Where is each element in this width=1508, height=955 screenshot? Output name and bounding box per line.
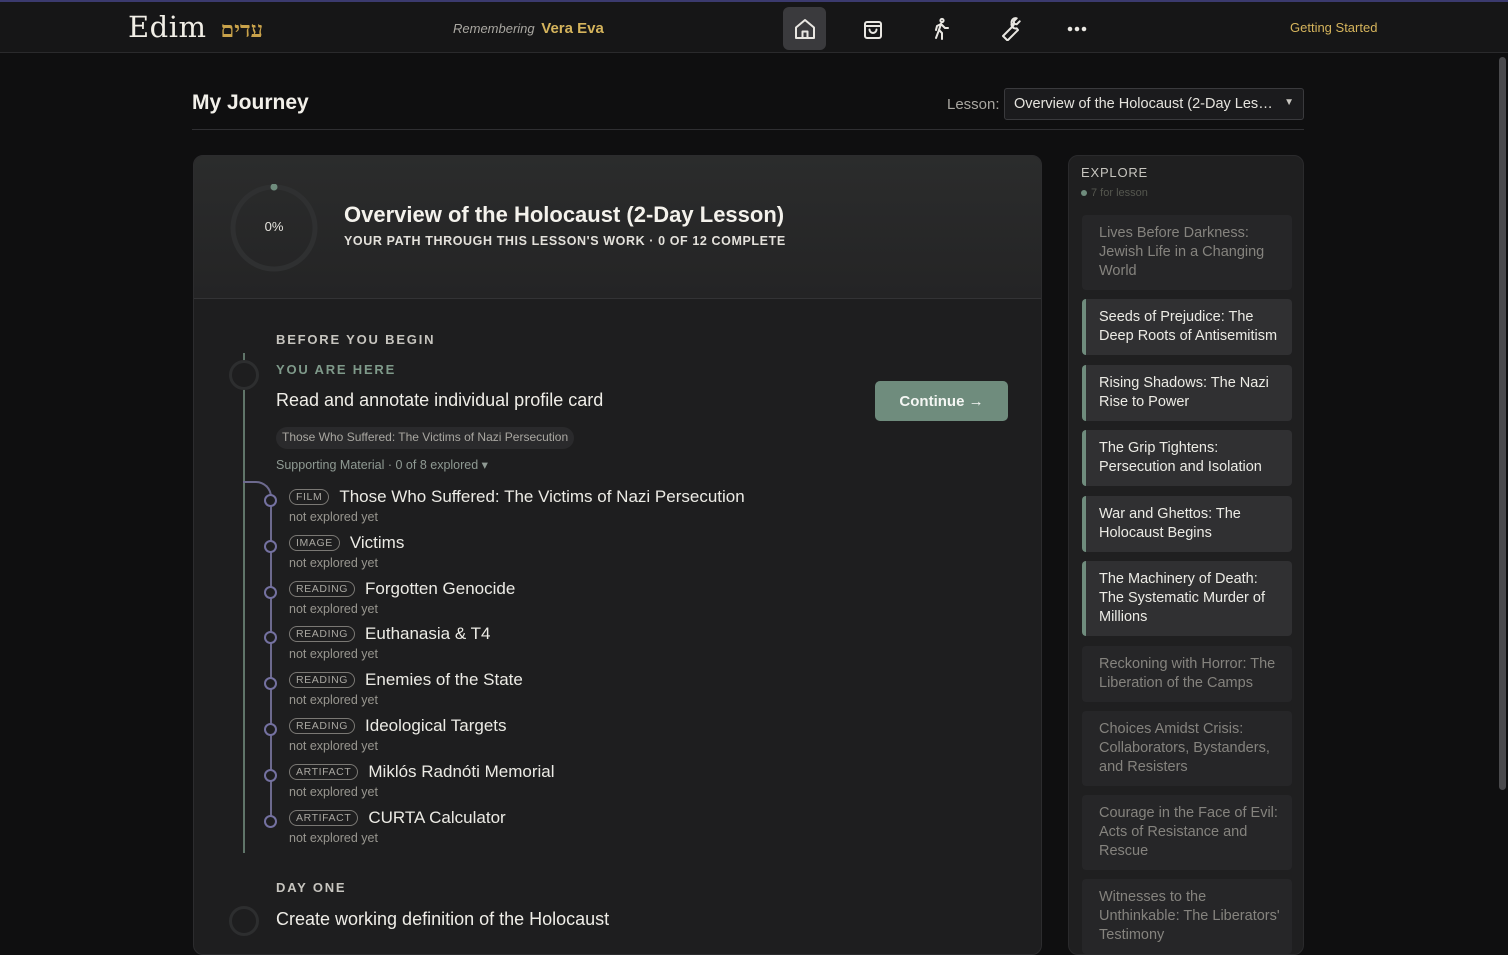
explore-item[interactable]: War and Ghettos: The Holocaust Begins	[1082, 496, 1292, 552]
material-title: Euthanasia & T4	[365, 624, 491, 643]
explore-item[interactable]: Courage in the Face of Evil: Acts of Res…	[1082, 795, 1292, 870]
explore-item[interactable]: Choices Amidst Crisis: Collaborators, By…	[1082, 711, 1292, 786]
walking-person-icon	[934, 17, 949, 40]
lesson-progress-summary: YOUR PATH THROUGH THIS LESSON'S WORK · 0…	[344, 234, 786, 248]
current-task-title: Read and annotate individual profile car…	[276, 390, 604, 410]
material-item[interactable]: IMAGE Victims not explored yet	[289, 532, 404, 570]
material-type-tag: ARTIFACT	[289, 810, 359, 826]
explore-item[interactable]: Reckoning with Horror: The Liberation of…	[1082, 646, 1292, 702]
nav-icon-bar	[783, 7, 1098, 50]
lesson-select-label: Lesson:	[947, 96, 1000, 113]
material-item[interactable]: FILM Those Who Suffered: The Victims of N…	[289, 486, 745, 524]
source-chip[interactable]: Those Who Suffered: The Victims of Nazi …	[276, 427, 575, 449]
getting-started-link[interactable]: Getting Started	[1290, 20, 1377, 35]
brand-name: Edim	[128, 10, 207, 44]
explore-count: 7 for lesson	[1091, 187, 1148, 199]
explore-item[interactable]: Lives Before Darkness: Jewish Life in a …	[1082, 215, 1292, 290]
material-title: Those Who Suffered: The Victims of Nazi …	[339, 487, 745, 506]
material-item[interactable]: READING Euthanasia & T4 not explored yet	[289, 623, 490, 661]
remembered-person-name[interactable]: Vera Eva	[541, 20, 604, 37]
material-node	[264, 769, 277, 782]
timeline-line	[243, 353, 245, 853]
material-node	[264, 815, 277, 828]
more-icon	[1067, 26, 1086, 31]
explore-item[interactable]: The Grip Tightens: Persecution and Isola…	[1082, 430, 1292, 486]
material-type-tag: READING	[289, 581, 356, 597]
material-node	[264, 723, 277, 736]
material-node	[264, 677, 277, 690]
material-status: not explored yet	[289, 785, 378, 799]
lesson-card-header: 0% Overview of the Holocaust (2-Day Less…	[194, 156, 1041, 299]
header-divider	[192, 129, 1304, 130]
material-title: Victims	[349, 533, 405, 552]
nav-bag-button[interactable]	[851, 7, 894, 50]
material-title: CURTA Calculator	[368, 808, 506, 827]
explore-item[interactable]: Seeds of Prejudice: The Deep Roots of An…	[1082, 299, 1292, 355]
lesson-path-card: 0% Overview of the Holocaust (2-Day Less…	[193, 155, 1042, 955]
remembering-prefix: Remembering	[453, 21, 535, 36]
timeline-node-current	[229, 360, 259, 390]
top-nav: Edim עדים Remembering Vera Eva Getting S…	[0, 0, 1508, 53]
material-status: not explored yet	[289, 556, 378, 570]
day-one-task-title[interactable]: Create working definition of the Holocau…	[276, 909, 609, 930]
nav-tools-button[interactable]	[987, 7, 1030, 50]
material-type-tag: IMAGE	[289, 535, 340, 551]
material-title: Forgotten Genocide	[365, 579, 516, 598]
material-type-tag: FILM	[289, 489, 330, 505]
chevron-down-icon: ▼	[1284, 97, 1294, 108]
explore-subtitle: 7 for lesson	[1081, 187, 1148, 199]
material-node	[264, 631, 277, 644]
lesson-select-value: Overview of the Holocaust (2-Day Lesson)	[1014, 96, 1287, 112]
material-status: not explored yet	[289, 739, 378, 753]
material-status: not explored yet	[289, 831, 378, 845]
section-label-before-you-begin: BEFORE YOU BEGIN	[276, 332, 436, 347]
progress-percent: 0%	[264, 219, 284, 234]
material-status: not explored yet	[289, 510, 378, 524]
material-item[interactable]: READING Ideological Targets not explored …	[289, 715, 507, 753]
material-status: not explored yet	[289, 647, 378, 661]
explore-item[interactable]: Witnesses to the Unthinkable: The Libera…	[1082, 879, 1292, 954]
material-title: Miklós Radnóti Memorial	[368, 762, 555, 781]
material-type-tag: READING	[289, 672, 356, 688]
explore-item[interactable]: The Machinery of Death: The Systematic M…	[1082, 561, 1292, 636]
wrench-icon	[1001, 16, 1021, 41]
page-title: My Journey	[192, 91, 309, 114]
you-are-here-label: YOU ARE HERE	[276, 362, 397, 377]
nav-more-button[interactable]	[1055, 7, 1098, 50]
page-scrollbar[interactable]	[1499, 57, 1506, 790]
lesson-select[interactable]: Overview of the Holocaust (2-Day Lesson)…	[1004, 88, 1304, 120]
remembering-text: Remembering Vera Eva	[453, 20, 604, 37]
material-node	[264, 586, 277, 599]
home-icon	[794, 18, 815, 39]
material-status: not explored yet	[289, 693, 378, 707]
material-title: Ideological Targets	[365, 716, 507, 735]
bag-icon	[863, 20, 882, 39]
continue-button[interactable]: Continue →	[875, 381, 1008, 421]
material-title: Enemies of the State	[365, 670, 523, 689]
brand-hebrew-name: עדים	[220, 17, 264, 43]
material-item[interactable]: READING Forgotten Genocide not explored y…	[289, 578, 515, 616]
material-status: not explored yet	[289, 602, 378, 616]
explore-item[interactable]: Rising Shadows: The Nazi Rise to Power	[1082, 365, 1292, 421]
material-node	[264, 494, 277, 507]
lesson-title: Overview of the Holocaust (2-Day Lesson)	[344, 202, 785, 227]
nav-journey-button[interactable]	[919, 7, 962, 50]
brand-logo[interactable]: Edim עדים	[128, 10, 263, 44]
explore-panel: EXPLORE 7 for lesson Lives Before Darkne…	[1068, 155, 1304, 955]
supporting-material-toggle[interactable]: Supporting Material · 0 of 8 explored ▾	[276, 457, 488, 472]
explore-title: EXPLORE	[1081, 165, 1149, 180]
nav-home-button[interactable]	[783, 7, 826, 50]
timeline-node-day-one	[229, 906, 259, 936]
section-label-day-one: DAY ONE	[276, 880, 347, 895]
material-item[interactable]: ARTIFACT Miklós Radnóti Memorial not expl…	[289, 761, 555, 799]
material-type-tag: READING	[289, 718, 356, 734]
material-item[interactable]: ARTIFACT CURTA Calculator not explored ye…	[289, 807, 506, 845]
explore-status-dot	[1081, 190, 1087, 197]
material-node	[264, 540, 277, 553]
material-type-tag: READING	[289, 626, 356, 642]
material-item[interactable]: READING Enemies of the State not explored…	[289, 669, 523, 707]
material-type-tag: ARTIFACT	[289, 764, 359, 780]
